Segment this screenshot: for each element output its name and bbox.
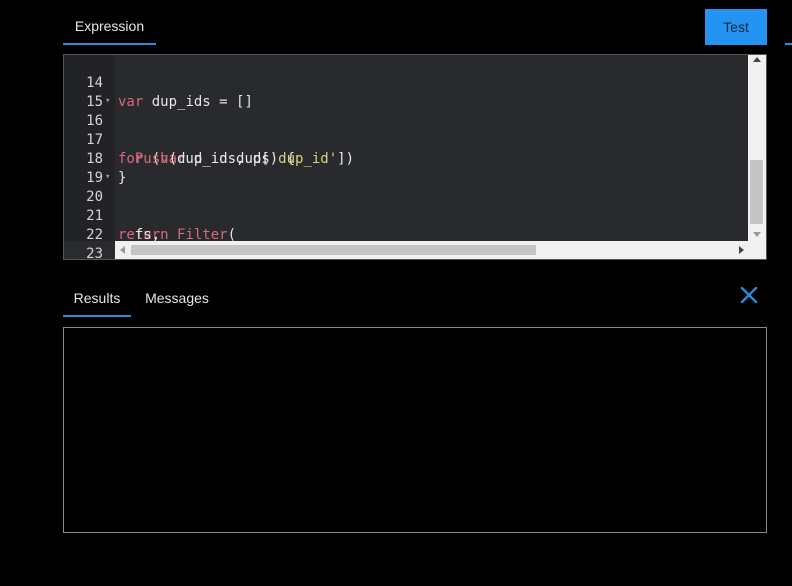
horizontal-scroll-thumb[interactable] bbox=[131, 245, 536, 255]
code-line: 19 bbox=[64, 150, 766, 186]
code-line: 16 ▾ for (var d in dups) { bbox=[64, 92, 766, 167]
scroll-up-arrow-icon[interactable] bbox=[753, 57, 761, 62]
code-editor[interactable]: 14 var dup_ids = [] 15 16 ▾ for (var d i… bbox=[63, 54, 767, 260]
line-number: 23 bbox=[86, 246, 103, 260]
code-line: 18 } bbox=[64, 131, 766, 186]
tab-expression-label: Expression bbox=[74, 18, 145, 34]
vertical-scrollbar[interactable] bbox=[748, 55, 766, 241]
code-line: 15 bbox=[64, 74, 766, 110]
test-button-label: Test bbox=[723, 19, 749, 35]
tab-messages[interactable]: Messages bbox=[138, 280, 216, 317]
scrollbar-corner bbox=[748, 241, 766, 259]
close-icon[interactable] bbox=[738, 284, 760, 306]
tab-messages-label: Messages bbox=[145, 290, 209, 306]
tab-underline-edge bbox=[785, 43, 792, 45]
code-line: 21 fs, bbox=[64, 188, 766, 243]
tab-results[interactable]: Results bbox=[63, 280, 131, 317]
scroll-down-arrow-icon[interactable] bbox=[753, 232, 761, 237]
results-panel bbox=[63, 327, 767, 533]
code-line: 17 Push(dup_ids, d['dup_id']) bbox=[64, 112, 766, 167]
code-line: 22 `objectid not in (${Concatenate(dup_i… bbox=[64, 207, 766, 259]
scroll-right-arrow-icon[interactable] bbox=[739, 246, 744, 254]
scroll-left-arrow-icon[interactable] bbox=[120, 246, 125, 254]
code-line: 20 ▾ return Filter( bbox=[64, 168, 766, 243]
vertical-scroll-thumb[interactable] bbox=[750, 160, 763, 224]
fold-arrow-icon[interactable]: ▾ bbox=[105, 92, 110, 111]
tab-results-label: Results bbox=[73, 290, 121, 306]
fold-arrow-icon[interactable]: ▾ bbox=[105, 168, 110, 187]
horizontal-scrollbar[interactable] bbox=[115, 241, 748, 259]
code-line: 14 var dup_ids = [] bbox=[64, 55, 766, 110]
tab-expression[interactable]: Expression bbox=[63, 8, 156, 45]
test-button[interactable]: Test bbox=[705, 9, 767, 45]
